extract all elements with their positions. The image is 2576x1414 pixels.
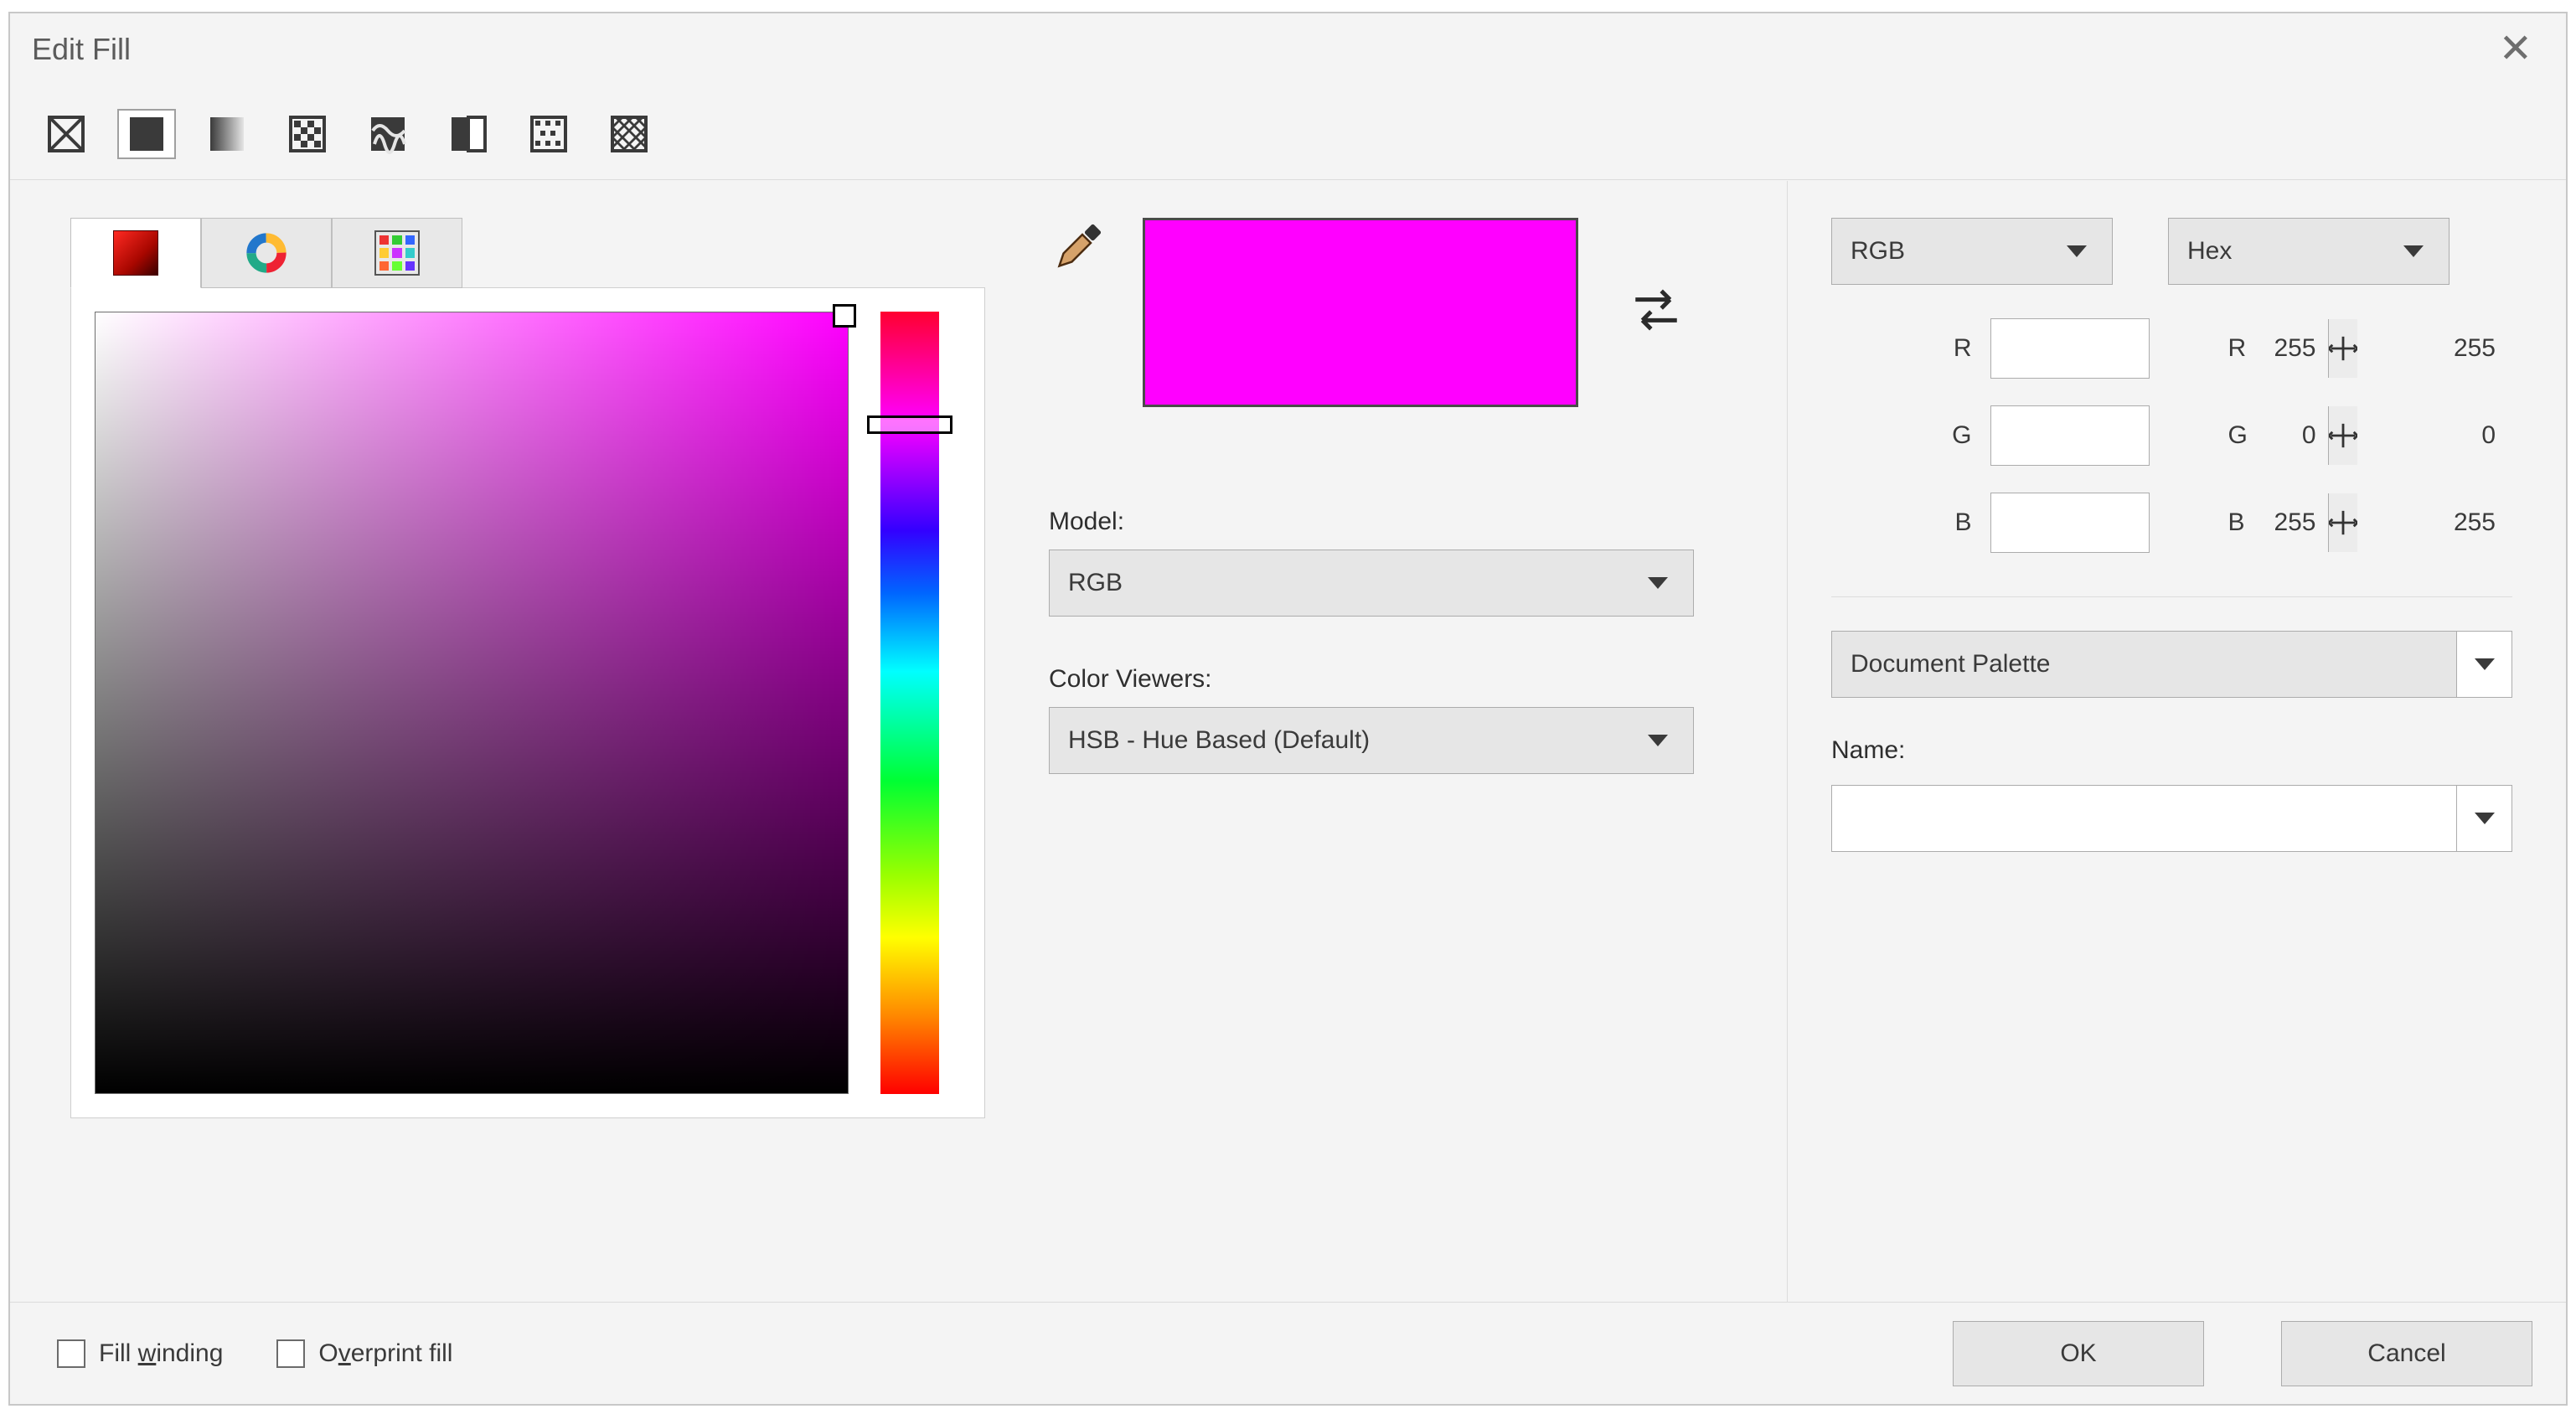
model-combo-value: RGB <box>1068 569 1123 597</box>
name-label: Name: <box>1831 736 2512 765</box>
fill-pattern-button[interactable] <box>278 109 337 159</box>
overprint-fill-checkbox[interactable]: Overprint fill <box>276 1339 452 1368</box>
chevron-down-icon <box>2403 245 2424 257</box>
color-wheel-icon <box>244 230 289 276</box>
name-input[interactable] <box>1847 786 2441 851</box>
g-ro-label: G <box>2228 421 2248 450</box>
checkbox-box-icon <box>57 1339 85 1368</box>
g-ro-value: 0 <box>2481 421 2502 450</box>
g-spinner[interactable] <box>1990 405 2150 466</box>
eyedropper-icon <box>1053 222 1103 272</box>
viewer-tab-palette[interactable] <box>332 218 462 288</box>
edit-fill-dialog: Edit Fill ✕ <box>8 12 2568 1406</box>
viewers-combo-value: HSB - Hue Based (Default) <box>1068 726 1370 755</box>
middle-column: Model: RGB Color Viewers: HSB - Hue Base… <box>1040 181 1787 1302</box>
right-model2-combo[interactable]: Hex <box>2168 218 2450 285</box>
chevron-down-icon <box>2067 245 2087 257</box>
dialog-body: Model: RGB Color Viewers: HSB - Hue Base… <box>10 181 2566 1302</box>
fill-solid-icon <box>126 114 167 154</box>
checkbox-box-icon <box>276 1339 305 1368</box>
palette-combo[interactable]: Document Palette <box>1831 631 2457 698</box>
red-square-icon <box>113 230 158 276</box>
viewer-tabs <box>70 218 1015 288</box>
name-textbox[interactable] <box>1831 785 2457 852</box>
fill-bitmap-icon <box>529 114 569 154</box>
viewers-combo[interactable]: HSB - Hue Based (Default) <box>1049 707 1694 774</box>
fill-bitmap-button[interactable] <box>519 109 578 159</box>
palette-grid-icon <box>374 230 420 276</box>
r-ro-label: R <box>2228 334 2247 363</box>
fill-texture-button[interactable] <box>359 109 417 159</box>
overprint-fill-label: Overprint fill <box>318 1339 452 1368</box>
r-ro-value: 255 <box>2454 334 2502 363</box>
color-picker-frame <box>70 287 985 1118</box>
fill-none-icon <box>46 114 86 154</box>
right-model2-value: Hex <box>2187 237 2232 266</box>
viewers-label: Color Viewers: <box>1049 665 1753 694</box>
r-spinner[interactable] <box>1990 318 2150 379</box>
cancel-button-label: Cancel <box>2367 1339 2445 1368</box>
color-preview <box>1143 218 1578 407</box>
palette-dropdown-button[interactable] <box>2457 631 2512 698</box>
fill-solid-button[interactable] <box>117 109 176 159</box>
swap-colors-button[interactable] <box>1629 285 1684 340</box>
b-ro-value: 255 <box>2454 508 2502 537</box>
palette-combo-value: Document Palette <box>1851 650 2050 679</box>
name-dropdown-button[interactable] <box>2457 785 2512 852</box>
fill-fountain-button[interactable] <box>198 109 256 159</box>
fill-postscript-button[interactable] <box>600 109 658 159</box>
chevron-down-icon <box>2475 813 2495 824</box>
viewer-tab-wheel[interactable] <box>201 218 332 288</box>
sv-cursor[interactable] <box>833 304 856 328</box>
fill-winding-label: Fill winding <box>99 1339 223 1368</box>
b-label: B <box>1954 508 1971 537</box>
chevron-down-icon <box>1648 735 1668 746</box>
model-combo[interactable]: RGB <box>1049 550 1694 617</box>
saturation-value-panel[interactable] <box>95 312 849 1094</box>
cancel-button[interactable]: Cancel <box>2281 1321 2532 1386</box>
r-label: R <box>1954 334 1972 363</box>
right-model1-combo[interactable]: RGB <box>1831 218 2113 285</box>
fill-twocolor-button[interactable] <box>439 109 498 159</box>
fill-pattern-icon <box>287 114 328 154</box>
hue-thumb[interactable] <box>867 415 952 434</box>
right-divider <box>1831 596 2512 597</box>
eyedropper-button[interactable] <box>1049 218 1107 276</box>
dialog-footer: Fill winding Overprint fill OK Cancel <box>10 1302 2566 1404</box>
fill-none-button[interactable] <box>37 109 96 159</box>
dialog-titlebar: Edit Fill ✕ <box>10 13 2566 85</box>
chevron-down-icon <box>2475 658 2495 670</box>
g-label: G <box>1952 421 1971 450</box>
right-model1-value: RGB <box>1851 237 1905 266</box>
swap-arrows-icon <box>1629 285 1684 335</box>
left-column <box>10 181 1040 1302</box>
fill-twocolor-icon <box>448 114 488 154</box>
component-rows: R R <box>1831 318 2512 553</box>
right-column: RGB Hex R <box>1787 181 2566 1302</box>
fill-texture-icon <box>368 114 408 154</box>
ok-button-label: OK <box>2060 1339 2096 1368</box>
viewer-tab-hue[interactable] <box>70 218 201 288</box>
fill-winding-checkbox[interactable]: Fill winding <box>57 1339 223 1368</box>
hue-slider[interactable] <box>880 312 939 1094</box>
fill-type-toolbar <box>10 85 2566 180</box>
chevron-down-icon <box>1648 577 1668 589</box>
fill-fountain-icon <box>207 114 247 154</box>
b-ro-label: B <box>2228 508 2245 537</box>
model-label: Model: <box>1049 508 1753 536</box>
b-spinner[interactable] <box>1990 493 2150 553</box>
dialog-title: Edit Fill <box>32 32 131 67</box>
close-button[interactable]: ✕ <box>2487 26 2544 73</box>
ok-button[interactable]: OK <box>1953 1321 2204 1386</box>
fill-postscript-icon <box>609 114 649 154</box>
